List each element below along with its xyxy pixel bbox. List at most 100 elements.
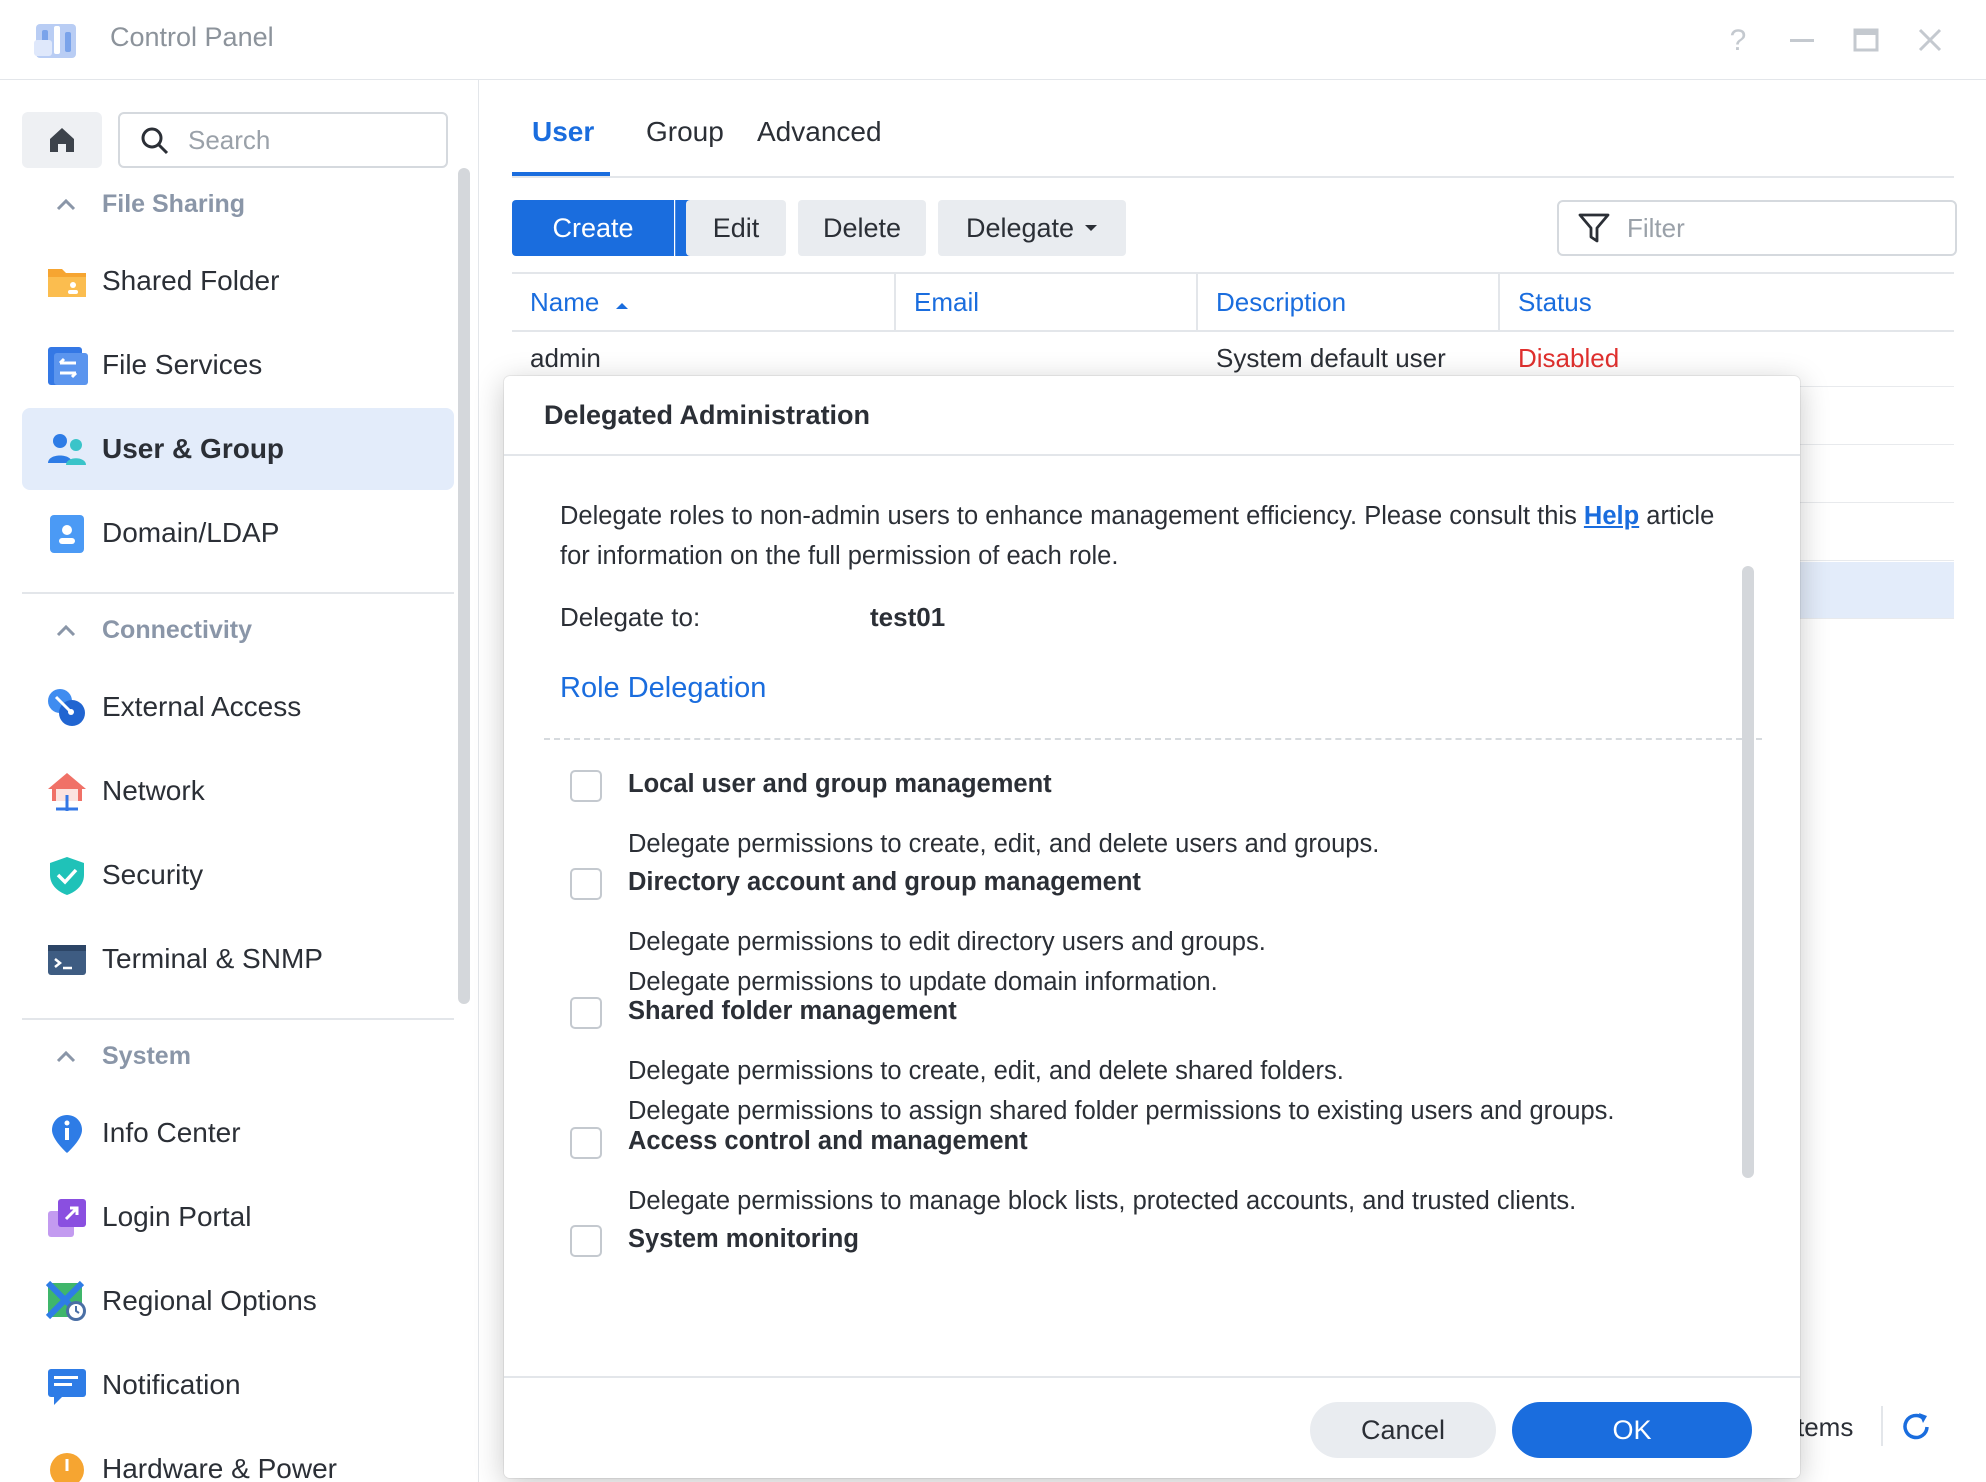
section-system[interactable]: System (52, 1042, 191, 1071)
section-file-sharing[interactable]: File Sharing (52, 190, 245, 219)
home-icon (50, 128, 74, 152)
info-center-icon (52, 1115, 82, 1153)
tab-user[interactable]: User (532, 116, 594, 148)
section-title: Connectivity (102, 616, 253, 644)
role-checkbox[interactable] (570, 1127, 602, 1159)
control-panel-app-icon (34, 24, 76, 58)
search-input[interactable] (186, 122, 430, 158)
sidebar-item-file-services[interactable]: File Services (22, 324, 454, 406)
caret-down-icon (1085, 225, 1098, 231)
tab-bar: User Group Advanced (512, 80, 1954, 178)
home-button[interactable] (22, 112, 102, 168)
title-bar: Control Panel ? (0, 0, 1986, 80)
sidebar-item-notification[interactable]: Notification (22, 1344, 454, 1426)
item-count-text: tems (1797, 1412, 1854, 1442)
refresh-icon[interactable] (1899, 1410, 1933, 1444)
sidebar-item-external-access[interactable]: External Access (22, 666, 454, 748)
sidebar-item-login-portal[interactable]: Login Portal (22, 1176, 454, 1258)
tab-group[interactable]: Group (646, 116, 724, 148)
sidebar-scrollbar[interactable] (458, 168, 470, 1004)
column-header-email[interactable]: Email (894, 274, 1196, 330)
sidebar-item-domain-ldap[interactable]: Domain/LDAP (22, 492, 454, 574)
role-name: Access control and management (628, 1127, 1028, 1155)
sidebar-divider (22, 592, 454, 594)
window-title: Control Panel (110, 22, 274, 52)
role-name: Local user and group management (628, 770, 1052, 798)
delegate-label: Delegate (965, 212, 1075, 243)
sidebar-item-label: Domain/LDAP (102, 517, 280, 548)
delegate-button[interactable]: Delegate (938, 200, 1126, 256)
sidebar-item-label: Login Portal (102, 1201, 252, 1232)
sidebar-item-label: Info Center (102, 1117, 241, 1148)
maximize-icon[interactable] (1846, 20, 1886, 60)
chevron-up-icon (56, 198, 76, 210)
edit-button[interactable]: Edit (686, 200, 786, 256)
filter-icon (1578, 213, 1610, 243)
help-icon[interactable]: ? (1718, 20, 1758, 60)
network-icon (48, 773, 86, 811)
chevron-up-icon (56, 1050, 76, 1062)
create-button[interactable]: Create (512, 200, 674, 256)
column-header-name[interactable]: Name (512, 274, 894, 330)
dialog-intro-text: Delegate roles to non-admin users to enh… (560, 502, 1715, 570)
role-delegation-title: Role Delegation (560, 672, 767, 704)
sidebar-item-label: Notification (102, 1369, 241, 1400)
delete-button[interactable]: Delete (798, 200, 926, 256)
sidebar-item-label: Security (102, 859, 204, 890)
cancel-button[interactable]: Cancel (1310, 1402, 1496, 1458)
delegated-administration-dialog: Delegated Administration Delegate roles … (504, 376, 1800, 1478)
security-shield-icon (50, 857, 84, 895)
section-divider (544, 738, 1762, 740)
role-checkbox[interactable] (570, 770, 602, 802)
dialog-body: Delegate roles to non-admin users to enh… (504, 456, 1800, 1356)
dialog-scrollbar[interactable] (1742, 566, 1754, 1178)
login-portal-icon (48, 1199, 86, 1237)
sidebar-item-info-center[interactable]: Info Center (22, 1092, 454, 1174)
sidebar-item-label: File Services (102, 349, 263, 380)
sidebar-item-security[interactable]: Security (22, 834, 454, 916)
sidebar-item-regional-options[interactable]: Regional Options (22, 1260, 454, 1342)
role-checkbox[interactable] (570, 868, 602, 900)
role-name: Shared folder management (628, 997, 957, 1025)
domain-ldap-icon (50, 515, 84, 553)
tab-advanced[interactable]: Advanced (757, 116, 882, 148)
sidebar-item-label: External Access (102, 691, 302, 722)
section-connectivity[interactable]: Connectivity (52, 616, 252, 645)
column-header-status[interactable]: Status (1498, 274, 1954, 330)
section-title: System (102, 1042, 191, 1070)
svg-text:?: ? (1730, 24, 1747, 57)
dialog-header: Delegated Administration (504, 376, 1800, 456)
column-header-description[interactable]: Description (1196, 274, 1498, 330)
help-link[interactable]: Help (1584, 502, 1639, 530)
regional-options-icon (46, 1281, 86, 1321)
sidebar-item-network[interactable]: Network (22, 750, 454, 832)
dialog-title: Delegated Administration (544, 400, 871, 430)
role-description: Delegate permissions to create, edit, an… (628, 830, 1380, 858)
minimize-icon[interactable] (1782, 20, 1822, 60)
active-tab-indicator (512, 172, 610, 176)
sidebar-item-label: Hardware & Power (102, 1453, 337, 1482)
footer-divider (1881, 1406, 1883, 1446)
role-description: Delegate permissions to edit directory u… (628, 928, 1266, 996)
sidebar-item-hardware-power[interactable]: Hardware & Power (22, 1428, 454, 1482)
role-checkbox[interactable] (570, 997, 602, 1029)
role-name: Directory account and group management (628, 868, 1141, 896)
role-description: Delegate permissions to manage block lis… (628, 1187, 1577, 1215)
sidebar-item-terminal-snmp[interactable]: Terminal & SNMP (22, 918, 454, 1000)
user-group-icon (48, 434, 86, 465)
ok-button[interactable]: OK (1512, 1402, 1752, 1458)
filter-box[interactable] (1557, 200, 1957, 256)
sidebar-item-user-group[interactable]: User & Group (22, 408, 454, 490)
dialog-footer: Cancel OK (504, 1376, 1800, 1478)
sidebar: File Sharing Shared Folder File Services… (0, 80, 479, 1482)
sidebar-item-label: Regional Options (102, 1285, 317, 1316)
search-box[interactable] (118, 112, 448, 168)
sidebar-item-shared-folder[interactable]: Shared Folder (22, 240, 454, 322)
role-checkbox[interactable] (570, 1225, 602, 1257)
section-title: File Sharing (102, 190, 246, 218)
filter-input[interactable] (1625, 210, 1929, 246)
close-icon[interactable] (1910, 20, 1950, 60)
delegate-to-label: Delegate to: (560, 602, 701, 632)
notification-icon (48, 1369, 86, 1405)
file-services-icon (48, 347, 88, 385)
